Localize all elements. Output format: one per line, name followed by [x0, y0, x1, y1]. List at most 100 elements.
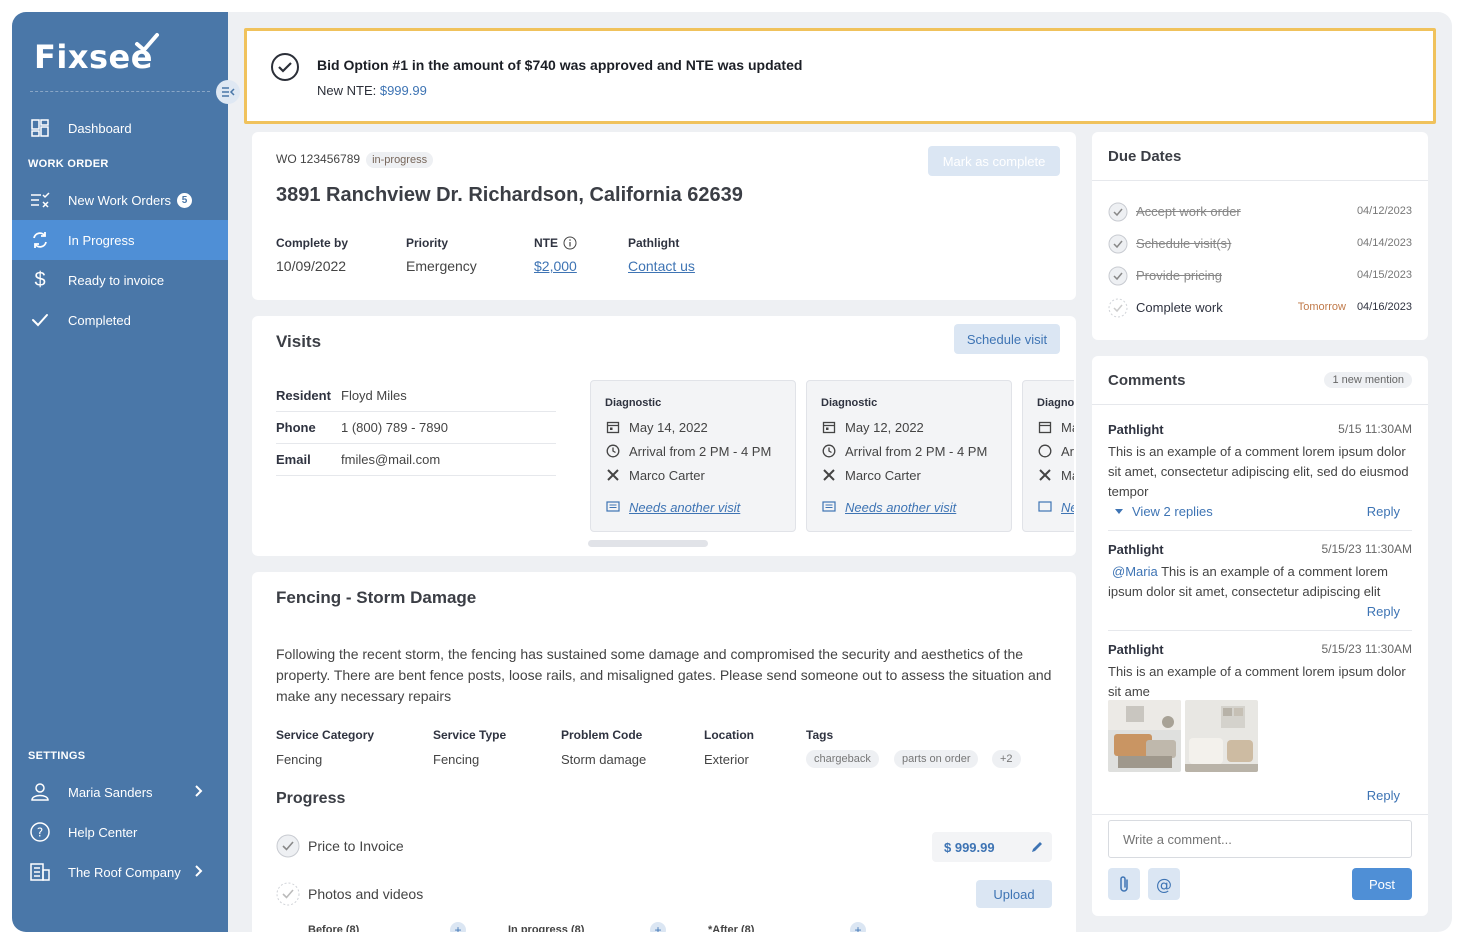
price-value: $ 999.99 [944, 839, 995, 855]
email-row: Email fmiles@mail.com [276, 444, 556, 476]
sidebar-item-user[interactable]: Maria Sanders [12, 772, 228, 812]
visit-date: May [1037, 419, 1074, 435]
location-value: Exterior [704, 752, 749, 767]
sidebar: Fixsee Dashboard WORK ORDER New Work Ord… [12, 12, 228, 932]
visit-arrival-text: Arrival [1061, 443, 1074, 459]
banner-subtitle: New NTE: $999.99 [317, 83, 427, 98]
visit-tech: Marco [1037, 467, 1074, 483]
check-circle-icon [276, 882, 300, 906]
sidebar-item-company[interactable]: The Roof Company [12, 852, 228, 892]
visit-card[interactable]: Diagnostic May Arrival Marco Needs [1022, 380, 1074, 532]
work-order-section-label: WORK ORDER [28, 158, 109, 170]
comment-image-thumbnail[interactable] [1185, 700, 1258, 772]
sidebar-item-in-progress[interactable]: In Progress [12, 220, 228, 260]
wo-address: 3891 Ranchview Dr. Richardson, Californi… [276, 184, 743, 206]
reply-button[interactable]: Reply [1367, 504, 1400, 519]
due-date-value: 04/15/2023 [1356, 269, 1412, 281]
upload-button[interactable]: Upload [976, 880, 1052, 908]
due-date-value: 04/14/2023 [1356, 237, 1412, 249]
phone-label: Phone [276, 420, 316, 435]
sidebar-item-ready-to-invoice[interactable]: $ Ready to invoice [12, 260, 228, 300]
visit-type: Diagnostic [821, 397, 878, 409]
service-type-label: Service Type [433, 728, 507, 742]
view-replies-button[interactable]: View 2 replies [1114, 504, 1213, 519]
contact-us-link[interactable]: Contact us [628, 258, 695, 274]
mention-tag[interactable]: @Maria [1112, 564, 1158, 579]
due-date-note: Tomorrow [1297, 301, 1346, 313]
visit-note[interactable]: Needs [1037, 499, 1074, 515]
problem-code-label: Problem Code [561, 728, 643, 742]
add-in-progress-button[interactable]: + [650, 922, 666, 932]
dollar-icon: $ [34, 268, 46, 291]
attach-button[interactable] [1108, 868, 1140, 900]
reply-button[interactable]: Reply [1367, 788, 1400, 803]
sidebar-item-completed[interactable]: Completed [12, 300, 228, 340]
progress-price-row: Price to Invoice [276, 834, 404, 858]
nte-label: New NTE: [317, 83, 380, 98]
sidebar-item-dashboard[interactable]: Dashboard [12, 108, 228, 148]
price-to-invoice-field[interactable]: $ 999.99 [932, 832, 1052, 862]
check-circle-icon [276, 834, 300, 858]
visit-note[interactable]: Needs another visit [821, 499, 956, 515]
visit-card-clip: Diagnostic May Arrival Marco Needs [1022, 316, 1074, 556]
nte-link[interactable]: $2,000 [534, 258, 577, 274]
comment-text: @Maria This is an example of a comment l… [1108, 562, 1414, 602]
tools-icon [821, 467, 837, 483]
divider [1092, 180, 1428, 181]
sidebar-item-label: Help Center [68, 824, 138, 840]
tags-label: Tags [806, 728, 834, 742]
divider [1108, 530, 1412, 531]
visit-arrival-text: Arrival from 2 PM - 4 PM [845, 443, 988, 459]
comment-image-thumbnail[interactable] [1108, 700, 1181, 772]
reply-button[interactable]: Reply [1367, 604, 1400, 619]
due-date-label: Schedule visit(s) [1136, 236, 1232, 251]
visit-card[interactable]: Diagnostic May 12, 2022 Arrival from 2 P… [806, 380, 1012, 532]
visits-title: Visits [276, 332, 322, 351]
check-circle-icon [1108, 202, 1128, 222]
dashboard-icon [28, 116, 52, 140]
sidebar-item-label: Completed [68, 312, 131, 328]
phone-value: 1 (800) 789 - 7890 [341, 420, 448, 435]
mention-badge[interactable]: 1 new mention [1324, 372, 1412, 388]
needs-another-visit-link[interactable]: Needs another visit [629, 500, 740, 515]
comment-input[interactable] [1108, 820, 1412, 858]
needs-another-visit-link[interactable]: Needs another visit [845, 500, 956, 515]
post-button[interactable]: Post [1352, 868, 1412, 900]
visit-date: May 12, 2022 [821, 419, 924, 435]
add-after-button[interactable]: + [850, 922, 866, 932]
comments-card: Comments 1 new mention Pathlight 5/15 11… [1092, 356, 1428, 916]
visits-scrollbar[interactable] [588, 540, 708, 547]
issue-title: Fencing - Storm Damage [276, 588, 477, 607]
needs-another-visit-link[interactable]: Needs [1061, 500, 1074, 515]
chevron-right-icon [194, 784, 204, 801]
building-icon [28, 860, 52, 884]
approval-banner: Bid Option #1 in the amount of $740 was … [244, 28, 1436, 124]
visit-date: May 14, 2022 [605, 419, 708, 435]
resident-value: Floyd Miles [341, 388, 407, 403]
banner-title: Bid Option #1 in the amount of $740 was … [317, 57, 803, 73]
caret-down-icon [1115, 508, 1123, 514]
visit-note[interactable]: Needs another visit [605, 499, 740, 515]
collapse-sidebar-button[interactable] [216, 80, 240, 104]
paperclip-icon [1120, 876, 1128, 892]
media-in-progress-label: In progress (8) [508, 924, 585, 932]
mention-button[interactable]: @ [1148, 868, 1180, 900]
tag-more[interactable]: +2 [992, 750, 1021, 768]
pencil-icon[interactable] [1030, 840, 1044, 854]
sidebar-item-help[interactable]: ? Help Center [12, 812, 228, 852]
check-circle-icon [1108, 266, 1128, 286]
status-badge: in-progress [366, 152, 434, 168]
comment-text: This is an example of a comment lorem ip… [1108, 664, 1406, 699]
service-category-value: Fencing [276, 752, 323, 767]
visit-card[interactable]: Diagnostic May 14, 2022 Arrival from 2 P… [590, 380, 796, 532]
mark-complete-button[interactable]: Mark as complete [928, 146, 1060, 176]
complete-by-value: 10/09/2022 [276, 258, 347, 274]
sidebar-item-label: Ready to invoice [68, 272, 165, 288]
sidebar-item-new-work-orders[interactable]: New Work Orders 5 [12, 180, 228, 220]
service-category-label: Service Category [276, 728, 375, 742]
add-before-button[interactable]: + [450, 922, 466, 932]
info-icon[interactable] [563, 236, 577, 250]
photos-videos-label: Photos and videos [308, 886, 424, 902]
media-after-label: *After (8) [708, 924, 755, 932]
logo: Fixsee [34, 33, 159, 76]
